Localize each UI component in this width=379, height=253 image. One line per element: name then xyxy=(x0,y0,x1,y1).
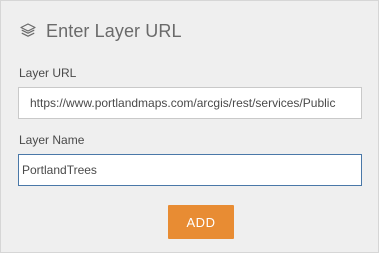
layer-url-input[interactable] xyxy=(18,87,362,119)
layers-icon xyxy=(19,22,37,40)
enter-layer-url-panel: Enter Layer URL Layer URL Layer Name ADD xyxy=(0,0,379,253)
panel-title: Enter Layer URL xyxy=(46,20,182,41)
add-button[interactable]: ADD xyxy=(168,205,234,239)
layer-url-label: Layer URL xyxy=(19,66,77,80)
layer-name-input[interactable] xyxy=(18,154,362,186)
layer-name-label: Layer Name xyxy=(19,133,85,147)
panel-header: Enter Layer URL xyxy=(19,18,182,44)
